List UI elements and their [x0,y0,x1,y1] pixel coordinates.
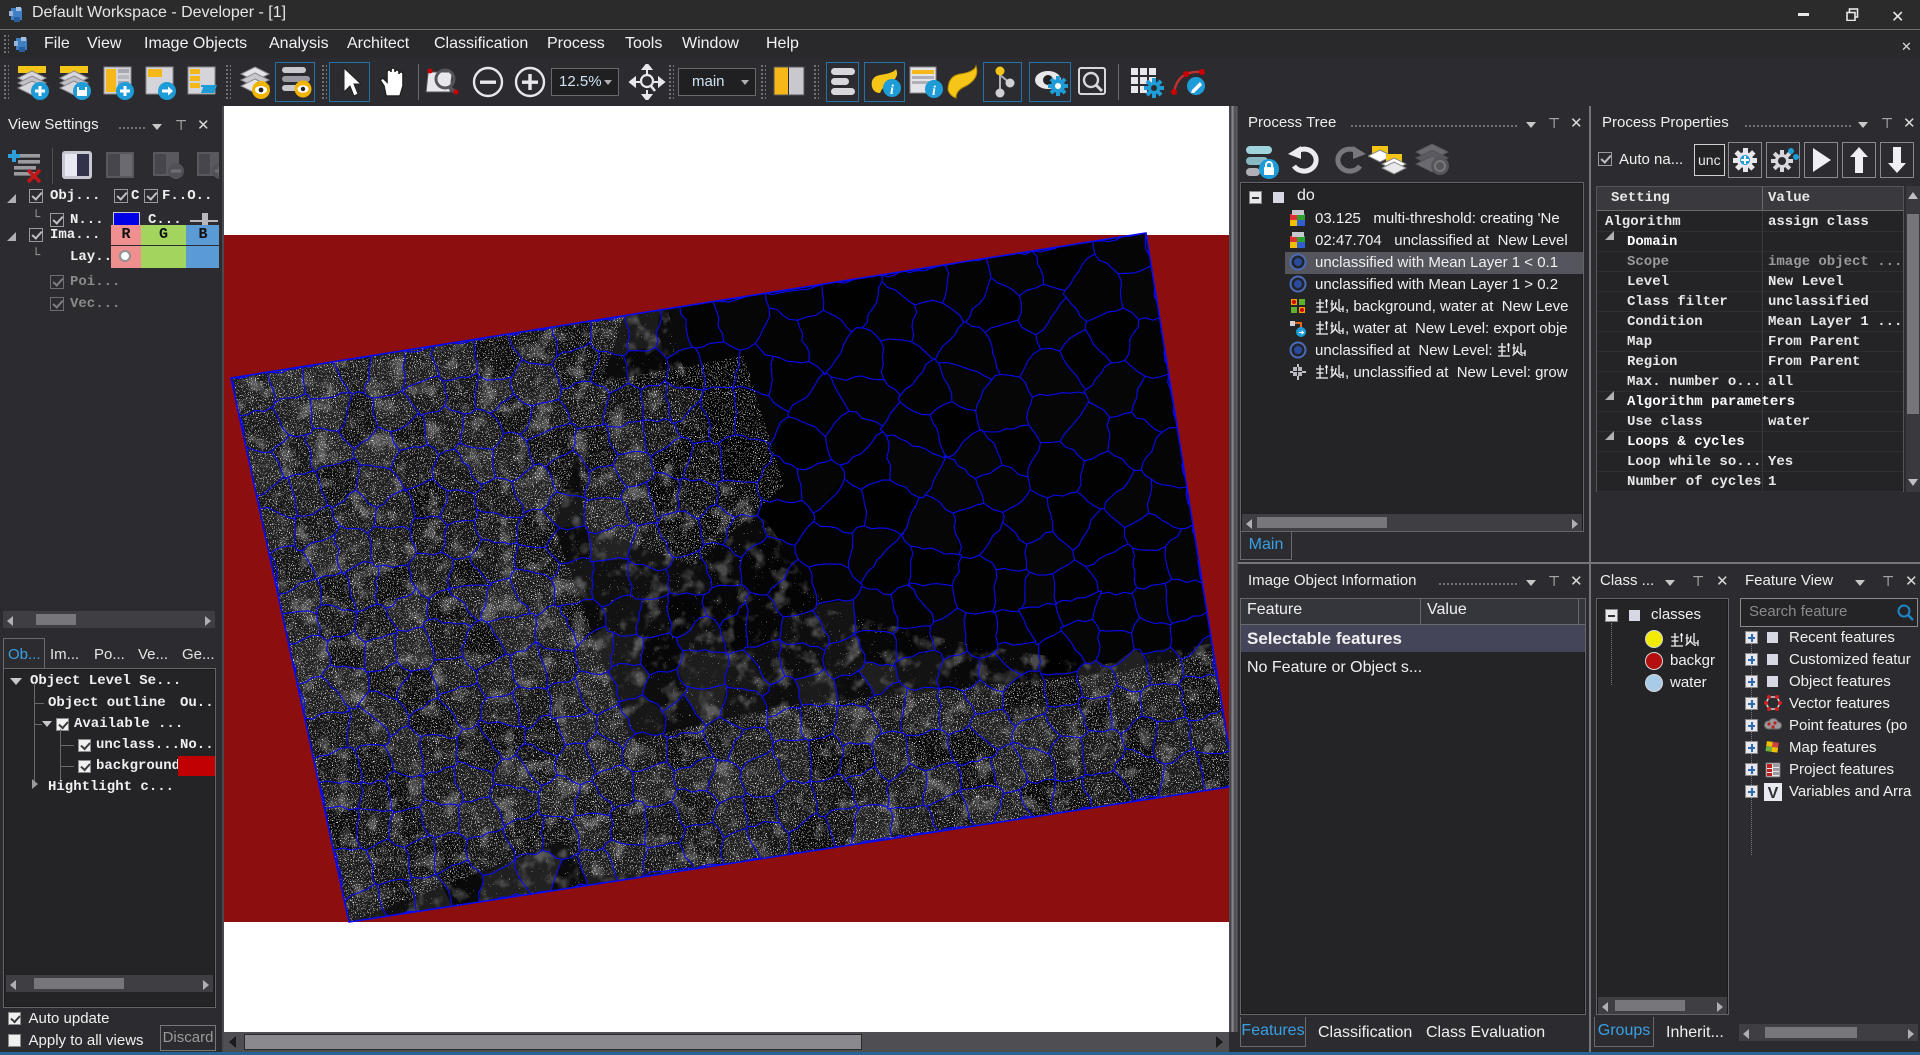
svg-text:i: i [932,84,936,99]
svg-text:V: V [1768,785,1779,802]
svg-text:i: i [890,83,894,98]
